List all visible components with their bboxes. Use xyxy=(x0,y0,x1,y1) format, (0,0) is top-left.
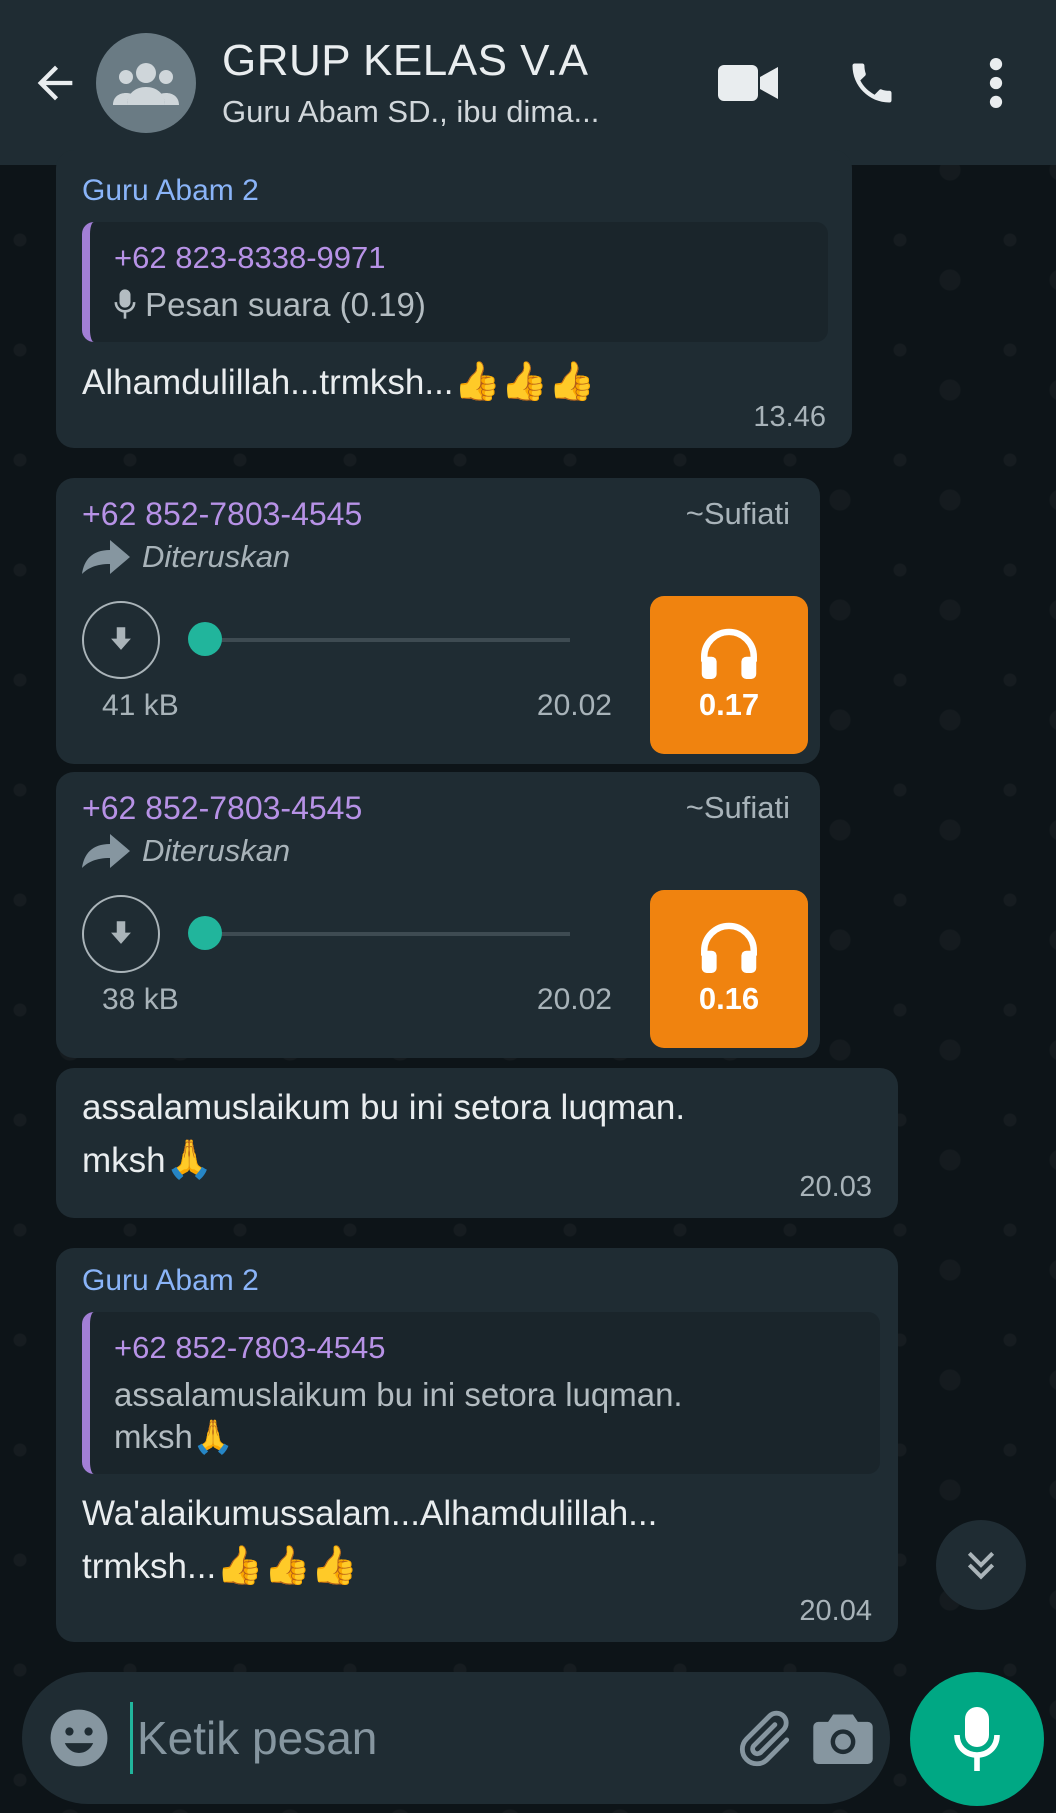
group-title: GRUP KELAS V.A xyxy=(222,35,589,85)
message-composer xyxy=(22,1672,890,1804)
message-text: assalamuslaikum bu ini setora luqman. xyxy=(82,1088,686,1127)
headphones-icon xyxy=(701,922,757,973)
more-options-icon xyxy=(989,57,1003,108)
thumbs-up-emoji: 👍👍👍 xyxy=(216,1545,359,1587)
sender-display-name: ~Sufiati xyxy=(685,496,790,531)
emoji-icon xyxy=(50,1709,108,1767)
quoted-voice-note-label: Pesan suara (0.19) xyxy=(145,286,426,323)
audio-progress-track[interactable] xyxy=(188,916,570,950)
sender-display-name: ~Sufiati xyxy=(685,790,790,825)
thumbs-up-emoji: 👍👍👍 xyxy=(453,361,596,403)
download-icon xyxy=(111,921,131,944)
quoted-sender-phone: +62 823-8338-9971 xyxy=(114,240,386,275)
microphone-icon xyxy=(954,1707,1000,1771)
message-time: 13.46 xyxy=(753,401,826,433)
message-time: 20.02 xyxy=(536,983,612,1016)
quoted-text-line1: assalamuslaikum bu ini setora luqman. xyxy=(114,1376,683,1413)
audio-duration: 0.16 xyxy=(698,981,760,1016)
camera-button[interactable] xyxy=(813,1688,873,1788)
emoji-button[interactable] xyxy=(48,1688,110,1788)
message-input[interactable] xyxy=(130,1702,735,1774)
message-text-line2: trmksh... xyxy=(82,1547,217,1586)
audio-file-size: 41 kB xyxy=(102,689,179,722)
audio-progress-thumb[interactable] xyxy=(188,622,222,656)
forwarded-icon xyxy=(82,834,130,868)
group-avatar-icon xyxy=(113,62,179,105)
sender-name: Guru Abam 2 xyxy=(82,174,259,207)
voice-record-button[interactable] xyxy=(910,1672,1044,1806)
voice-message-bubble[interactable]: +62 852-7803-4545 ~Sufiati Diteruskan 38… xyxy=(56,772,820,1058)
more-options-button[interactable] xyxy=(946,33,1046,133)
forwarded-label: Diteruskan xyxy=(142,539,291,574)
audio-file-size: 38 kB xyxy=(102,983,179,1016)
audio-progress-thumb[interactable] xyxy=(188,916,222,950)
back-arrow-icon xyxy=(37,65,73,100)
message-time: 20.03 xyxy=(799,1171,872,1203)
voice-call-button[interactable] xyxy=(822,33,922,133)
message-bubble[interactable]: assalamuslaikum bu ini setora luqman. mk… xyxy=(56,1068,898,1218)
praying-hands-emoji: 🙏 xyxy=(192,1418,234,1455)
message-bubble-reply[interactable]: Guru Abam 2 +62 823-8338-9971 Pesan suar… xyxy=(56,150,852,448)
message-time: 20.02 xyxy=(536,689,612,722)
download-icon xyxy=(111,627,131,650)
quoted-message[interactable]: +62 852-7803-4545 assalamuslaikum bu ini… xyxy=(82,1312,880,1474)
audio-progress-track[interactable] xyxy=(188,622,570,656)
quoted-text-line2: mksh xyxy=(114,1418,193,1455)
chat-header: GRUP KELAS V.A Guru Abam SD., ibu dima..… xyxy=(0,0,1056,165)
sender-phone: +62 852-7803-4545 xyxy=(82,496,363,532)
back-button[interactable] xyxy=(10,23,100,143)
chat-title-area[interactable]: GRUP KELAS V.A Guru Abam SD., ibu dima..… xyxy=(222,36,698,130)
message-text-line2: mksh xyxy=(82,1141,166,1180)
headphones-icon xyxy=(701,628,757,679)
group-avatar[interactable] xyxy=(96,32,196,133)
sender-phone: +62 852-7803-4545 xyxy=(82,790,363,826)
download-audio-button[interactable] xyxy=(82,601,160,679)
double-chevron-down-icon xyxy=(967,1551,995,1580)
phone-icon xyxy=(852,63,892,102)
video-call-icon xyxy=(718,64,778,101)
forwarded-icon xyxy=(82,540,130,574)
voice-message-bubble[interactable]: +62 852-7803-4545 ~Sufiati Diteruskan 41… xyxy=(56,478,820,764)
group-members-subtitle: Guru Abam SD., ibu dima... xyxy=(222,93,600,129)
message-text: Alhamdulillah...trmksh... xyxy=(82,363,454,402)
quoted-sender-phone: +62 852-7803-4545 xyxy=(114,1330,386,1365)
attach-button[interactable] xyxy=(735,1688,793,1788)
scroll-to-bottom-button[interactable] xyxy=(936,1520,1026,1610)
quoted-message[interactable]: +62 823-8338-9971 Pesan suara (0.19) xyxy=(82,222,828,342)
message-time: 20.04 xyxy=(799,1595,872,1627)
video-call-button[interactable] xyxy=(698,33,798,133)
message-text: Wa'alaikumussalam...Alhamdulillah... xyxy=(82,1494,658,1533)
paperclip-icon xyxy=(739,1710,790,1767)
audio-duration: 0.17 xyxy=(698,687,760,722)
camera-icon xyxy=(813,1714,873,1764)
microphone-icon xyxy=(114,289,136,319)
audio-thumbnail[interactable]: 0.17 xyxy=(650,596,808,754)
praying-hands-emoji: 🙏 xyxy=(165,1139,213,1181)
message-bubble-reply[interactable]: Guru Abam 2 +62 852-7803-4545 assalamusl… xyxy=(56,1248,898,1642)
forwarded-label: Diteruskan xyxy=(142,833,291,868)
sender-name: Guru Abam 2 xyxy=(82,1264,259,1297)
download-audio-button[interactable] xyxy=(82,895,160,973)
audio-thumbnail[interactable]: 0.16 xyxy=(650,890,808,1048)
